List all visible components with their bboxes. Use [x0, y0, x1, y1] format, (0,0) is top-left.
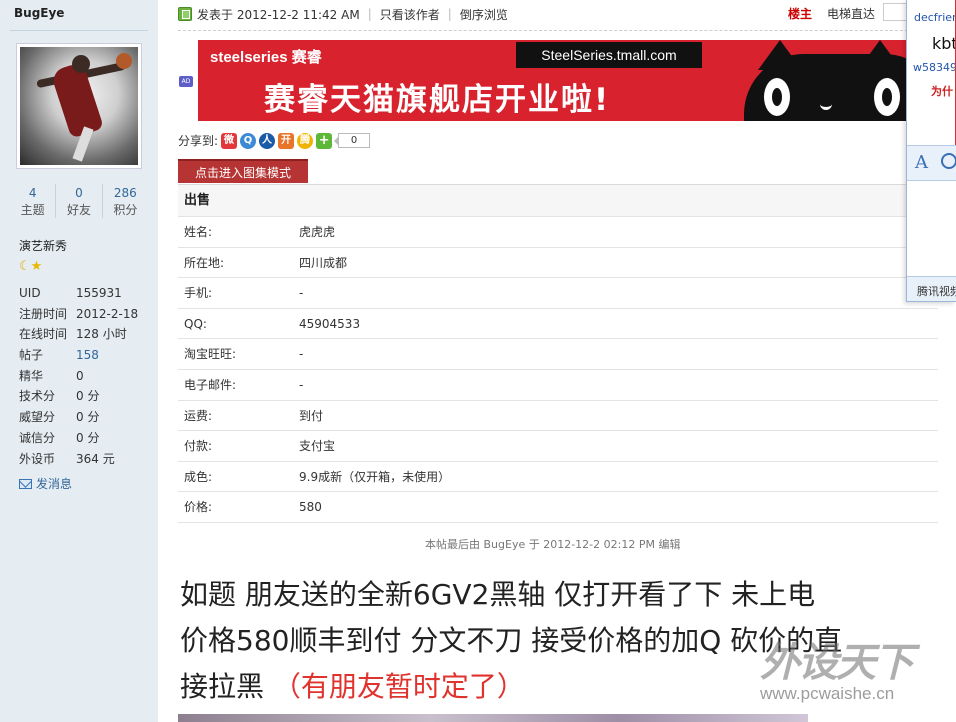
post-line: 如题 朋友送的全新6GV2黑轴 仅打开看了下 未上电 [180, 578, 816, 611]
post-time: 发表于 2012-12-2 11:42 AM [197, 7, 360, 22]
online-status-icon [178, 7, 192, 21]
watermark-url: www.pcwaishe.cn [760, 684, 895, 703]
stat-friends[interactable]: 0 好友 [56, 184, 103, 218]
info-uid: UID 155931 [19, 286, 122, 300]
avatar[interactable] [16, 43, 142, 169]
watermark-title: 外设天下 [760, 640, 914, 686]
table-row: 姓名: 虎虎虎 [178, 217, 938, 248]
author-info: UID 155931 注册时间 2012-2-18 在线时间 128 小时 帖子 158… [19, 283, 138, 469]
author-sidebar: BugEye 4 主题 0 好友 286 积分 演艺新秀 ☾★ UID 1559… [0, 0, 158, 722]
rank-icons: ☾★ [19, 259, 42, 274]
stat-points[interactable]: 286 积分 [103, 184, 148, 218]
reverse-order-link[interactable]: 倒序浏览 [460, 6, 508, 23]
share-count: 0 [334, 133, 371, 148]
font-icon[interactable]: A [915, 152, 928, 173]
sale-info-table: 出售 姓名: 虎虎虎 所在地: 四川成都 手机: - QQ: 45904533 淘宝旺旺… [178, 184, 938, 523]
info-register-time: 注册时间 2012-2-18 [19, 306, 139, 321]
stat-threads[interactable]: 4 主题 [10, 184, 57, 218]
weibo-icon[interactable]: 微 [221, 132, 238, 149]
sale-table-title: 出售 [178, 185, 938, 217]
info-prestige: 威望分 0 分 [19, 410, 100, 425]
table-row: 电子邮件: - [178, 370, 938, 401]
divider [178, 30, 938, 31]
floating-chat-panel[interactable]: decfrien kbt w58349 为什 A 腾讯视频 [906, 0, 956, 302]
edit-note: 本帖最后由 BugEye 于 2012-12-2 02:12 PM 编辑 [425, 538, 681, 551]
post-meta-bar: 发表于 2012-12-2 11:42 AM | 只看该作者 | 倒序浏览 [178, 4, 508, 24]
info-tech-score: 技术分 0 分 [19, 389, 100, 404]
table-row: 价格: 580 [178, 492, 938, 523]
divider [10, 30, 148, 31]
envelope-icon [19, 478, 32, 489]
info-digest: 精华 0 [19, 368, 84, 383]
table-row: 手机: - [178, 278, 938, 309]
info-credit: 诚信分 0 分 [19, 430, 100, 445]
kaixin-icon[interactable]: 开 [278, 132, 295, 149]
qzone-icon[interactable]: Q [240, 132, 257, 149]
share-label: 分享到: [178, 134, 219, 148]
highlight-text: （有朋友暂时定了） [272, 670, 525, 703]
info-coins: 外设币 364 元 [19, 451, 115, 466]
album-mode-button[interactable]: 点击进入图集模式 [178, 159, 308, 183]
chat-toolbar: A [907, 145, 956, 181]
only-author-link[interactable]: 只看该作者 [380, 6, 440, 23]
chat-footer: 腾讯视频 [907, 276, 956, 301]
table-row: QQ: 45904533 [178, 309, 938, 340]
share-bar: 分享到: 微 Q 人 开 腾 + 0 [178, 132, 371, 149]
post-main: 发表于 2012-12-2 11:42 AM | 只看该作者 | 倒序浏览 楼主… [158, 0, 956, 722]
author-username[interactable]: BugEye [14, 6, 64, 20]
table-row: 运费: 到付 [178, 401, 938, 432]
info-online-time: 在线时间 128 小时 [19, 327, 127, 342]
posts-link[interactable]: 158 [76, 345, 99, 366]
send-message-link[interactable]: 发消息 [19, 475, 72, 492]
table-row: 淘宝旺旺: - [178, 339, 938, 370]
table-row: 付款: 支付宝 [178, 431, 938, 462]
emoji-icon[interactable] [941, 153, 956, 169]
info-posts: 帖子 158 [19, 345, 138, 366]
ad-headline: 赛睿天猫旗舰店开业啦! [264, 82, 611, 118]
chat-input[interactable] [907, 181, 956, 276]
floor-label: 楼主 [788, 7, 813, 21]
moon-icon: ☾ [19, 259, 31, 274]
user-group[interactable]: 演艺新秀 [19, 237, 67, 254]
more-share-icon[interactable]: + [316, 132, 333, 149]
site-watermark: 外设天下 www.pcwaishe.cn [740, 630, 956, 720]
author-stats: 4 主题 0 好友 286 积分 [10, 184, 148, 218]
ad-banner[interactable]: steelseries 赛睿 SteelSeries.tmall.com 赛睿天… [198, 40, 908, 121]
chat-messages: decfrien kbt w58349 为什 [907, 0, 956, 145]
post-image[interactable] [178, 714, 808, 722]
star-icon: ★ [30, 259, 43, 274]
table-row: 所在地: 四川成都 [178, 248, 938, 279]
forum-post-page: BugEye 4 主题 0 好友 286 积分 演艺新秀 ☾★ UID 1559… [0, 0, 956, 722]
tencent-weibo-icon[interactable]: 腾 [297, 132, 314, 149]
avatar-image [20, 47, 138, 165]
table-row: 成色: 9.9成新（仅开箱，未使用） [178, 462, 938, 493]
steelseries-logo: steelseries 赛睿 [210, 49, 322, 66]
renren-icon[interactable]: 人 [259, 132, 276, 149]
jump-label: 电梯直达 [827, 7, 876, 21]
ad-url: SteelSeries.tmall.com [516, 42, 702, 68]
ad-badge: AD [179, 76, 193, 87]
